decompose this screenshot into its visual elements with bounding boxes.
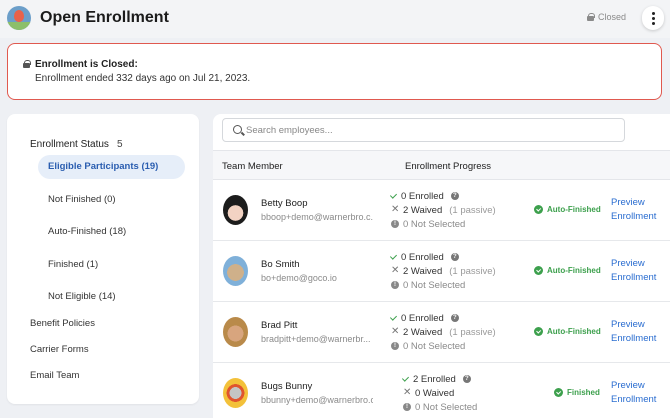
status-badge: Auto-Finished (534, 327, 601, 336)
page-header: Open Enrollment Closed (0, 0, 670, 38)
sidebar-item-email-team[interactable]: Email Team (30, 370, 79, 381)
x-icon: ✕ (391, 204, 400, 215)
closed-alert: Enrollment is Closed: Enrollment ended 3… (7, 43, 662, 100)
check-icon (389, 191, 397, 199)
check-circle-icon (534, 266, 543, 275)
help-icon[interactable]: ? (450, 253, 459, 261)
page-title: Open Enrollment (40, 9, 169, 26)
help-icon[interactable]: ? (462, 375, 471, 383)
x-icon: ✕ (403, 387, 412, 398)
filter-not-finished[interactable]: Not Finished (0) (38, 188, 185, 212)
table-row[interactable]: Bo Smith bo+demo@goco.io 0 Enrolled? ✕ 2 … (213, 241, 670, 302)
check-icon (389, 252, 397, 260)
preview-enrollment-link[interactable]: Preview Enrollment (611, 257, 656, 285)
waived-count: ✕ 2 Waived (1 passive) (391, 265, 496, 277)
preview-enrollment-link[interactable]: Preview Enrollment (611, 196, 656, 224)
help-icon[interactable]: ? (450, 192, 459, 200)
status-count: 5 (116, 139, 123, 150)
alert-message: Enrollment ended 332 days ago on Jul 21,… (35, 73, 251, 84)
status-label: Closed (598, 12, 627, 22)
employee-email: bradpitt+demo@warnerbr... (261, 334, 371, 344)
check-circle-icon (554, 388, 563, 397)
more-options-button[interactable] (642, 6, 664, 30)
enrolled-count: 0 Enrolled? (389, 251, 459, 263)
alert-title: Enrollment is Closed: (35, 59, 138, 70)
status-badge: Auto-Finished (534, 205, 601, 214)
avatar (223, 195, 248, 225)
info-icon: ! (403, 403, 411, 411)
sidebar-item-carrier-forms[interactable]: Carrier Forms (30, 344, 89, 355)
employee-name: Bo Smith (261, 259, 300, 270)
sidebar: Enrollment Status 5 Eligible Participants… (7, 114, 199, 404)
waived-count: ✕ 2 Waived (1 passive) (391, 326, 496, 338)
sidebar-item-benefit-policies[interactable]: Benefit Policies (30, 318, 95, 329)
employees-panel: Team Member Enrollment Progress Betty Bo… (213, 114, 670, 418)
employee-email: bbunny+demo@warnerbro.c... (261, 395, 373, 405)
info-icon: ! (391, 220, 399, 228)
search-box (222, 118, 625, 142)
preview-enrollment-link[interactable]: Preview Enrollment (611, 318, 656, 346)
lock-icon (587, 13, 595, 21)
not-selected-count: ! 0 Not Selected (403, 401, 477, 413)
filter-finished[interactable]: Finished (1) (38, 253, 185, 277)
info-icon: ! (391, 281, 399, 289)
avatar (223, 317, 248, 347)
table-row[interactable]: Betty Boop bboop+demo@warnerbro.c... 0 E… (213, 180, 670, 241)
column-team-member: Team Member (222, 161, 283, 172)
search-input[interactable] (246, 122, 616, 138)
column-enrollment-progress: Enrollment Progress (405, 161, 492, 172)
filter-eligible-participants[interactable]: Eligible Participants (19) (38, 155, 185, 179)
filter-not-eligible[interactable]: Not Eligible (14) (38, 285, 185, 309)
info-icon: ! (391, 342, 399, 350)
check-circle-icon (534, 327, 543, 336)
status-badge: Finished (554, 388, 600, 397)
employee-name: Bugs Bunny (261, 381, 313, 392)
status-badge: Closed (587, 12, 626, 22)
not-selected-count: ! 0 Not Selected (391, 340, 465, 352)
filter-auto-finished[interactable]: Auto-Finished (18) (38, 220, 185, 244)
check-icon (401, 374, 409, 382)
kebab-icon (651, 11, 655, 15)
enrolled-count: 0 Enrolled? (389, 190, 459, 202)
waived-count: ✕ 2 Waived (1 passive) (391, 204, 496, 216)
enrolled-count: 0 Enrolled? (389, 312, 459, 324)
preview-enrollment-link[interactable]: Preview Enrollment (611, 379, 656, 407)
employee-email: bboop+demo@warnerbro.c... (261, 212, 373, 222)
check-icon (389, 313, 397, 321)
avatar (223, 378, 248, 408)
employee-email: bo+demo@goco.io (261, 273, 337, 283)
search-icon (233, 125, 242, 134)
waived-count: ✕ 0 Waived (403, 387, 455, 399)
app-logo (7, 6, 31, 30)
status-badge: Auto-Finished (534, 266, 601, 275)
enrollment-status-heading[interactable]: Enrollment Status 5 (30, 139, 123, 150)
avatar (223, 256, 248, 286)
help-icon[interactable]: ? (450, 314, 459, 322)
employee-name: Brad Pitt (261, 320, 298, 331)
not-selected-count: ! 0 Not Selected (391, 279, 465, 291)
x-icon: ✕ (391, 326, 400, 337)
enrolled-count: 2 Enrolled? (401, 373, 471, 385)
not-selected-count: ! 0 Not Selected (391, 218, 465, 230)
lock-icon (23, 60, 31, 68)
x-icon: ✕ (391, 265, 400, 276)
employee-name: Betty Boop (261, 198, 308, 209)
check-circle-icon (534, 205, 543, 214)
table-row[interactable]: Brad Pitt bradpitt+demo@warnerbr... 0 En… (213, 302, 670, 363)
table-header: Team Member Enrollment Progress (213, 150, 670, 180)
table-row[interactable]: Bugs Bunny bbunny+demo@warnerbro.c... 2 … (213, 363, 670, 418)
